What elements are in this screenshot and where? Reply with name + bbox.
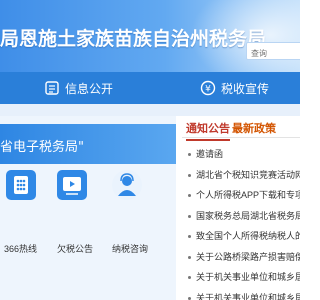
megaphone-icon: ¥ (200, 80, 216, 96)
service-tax-arrears[interactable]: 欠税公告 (55, 170, 93, 270)
etax-title: 省电子税务局" (0, 140, 84, 155)
search-box[interactable] (246, 42, 300, 62)
news-item[interactable]: 国家税务总局湖北省税务局关 (182, 206, 300, 227)
news-item[interactable]: 关于公路桥梁路产损害赔偿收 (182, 247, 300, 268)
news-list: 邀请函 湖北省个税知识竞赛活动网络 个人所得税APP下载和专项附 国家税务总局湖… (182, 144, 300, 300)
service-label: 纳税咨询 (112, 244, 149, 254)
nav-item-label: 税收宣传 (221, 81, 270, 96)
service-label: 366热线 (4, 244, 38, 254)
video-notice-icon (57, 170, 87, 200)
news-item[interactable]: 湖北省个税知识竞赛活动网络 (182, 165, 300, 186)
consultant-icon (112, 170, 142, 200)
svg-text:¥: ¥ (205, 85, 211, 95)
nav-item-label: 信息公开 (65, 81, 114, 96)
main-nav: 信息公开 ¥ 税收宣传 (0, 72, 300, 104)
news-item[interactable]: 关于机关事业单位和城乡居民 (182, 288, 300, 300)
nav-item-info-disclosure[interactable]: 信息公开 (44, 78, 113, 98)
service-consult[interactable]: 纳税咨询 (108, 170, 148, 270)
divider-band (0, 104, 300, 116)
news-item[interactable]: 个人所得税APP下载和专项附 (182, 185, 300, 206)
service-hotline[interactable]: 366热线 (4, 170, 38, 270)
news-item[interactable]: 致全国个人所得税纳税人的一 (182, 226, 300, 247)
nav-item-tax-promotion[interactable]: ¥ 税收宣传 (200, 78, 269, 98)
news-item[interactable]: 邀请函 (182, 144, 300, 165)
announcement-tabs: 通知公告 最新政策 (182, 116, 300, 141)
service-label: 欠税公告 (57, 244, 94, 254)
etax-banner[interactable]: 省电子税务局" (0, 124, 176, 164)
search-input[interactable] (247, 45, 300, 62)
site-header: 局恩施土家族苗族自治州税务局 (0, 0, 300, 72)
phone-keypad-icon (6, 170, 36, 200)
tab-latest-policy[interactable]: 最新政策 (232, 120, 276, 136)
tab-notices[interactable]: 通知公告 (186, 120, 230, 141)
info-icon (45, 81, 59, 95)
announcements-panel: 通知公告 最新政策 邀请函 湖北省个税知识竞赛活动网络 个人所得税APP下载和专… (182, 116, 300, 300)
news-item[interactable]: 关于机关事业单位和城乡居民 (182, 267, 300, 288)
